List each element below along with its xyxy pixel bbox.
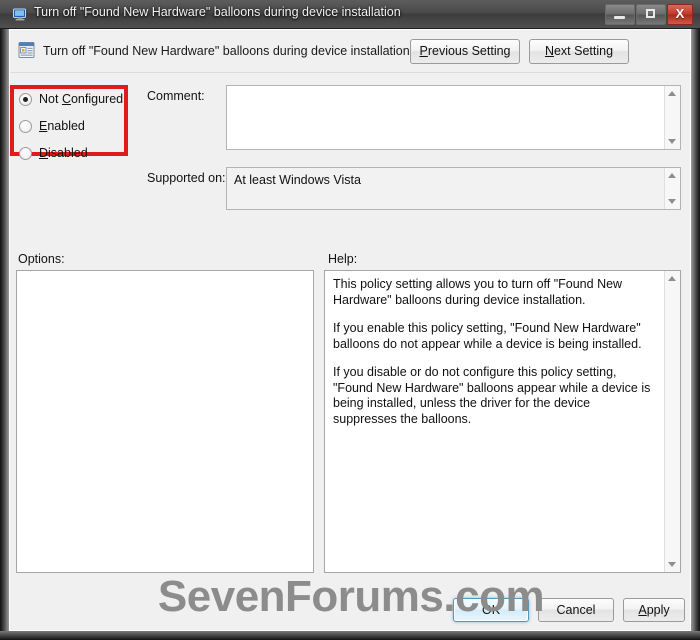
supported-on-label: Supported on:: [147, 171, 226, 185]
maximize-icon: [646, 9, 655, 18]
scroll-up-icon[interactable]: [668, 276, 676, 281]
help-paragraph: If you disable or do not configure this …: [333, 365, 651, 426]
previous-setting-button[interactable]: Previous Setting: [410, 39, 520, 64]
help-scrollbar[interactable]: [664, 271, 680, 572]
options-label: Options:: [18, 252, 65, 266]
scroll-up-icon[interactable]: [668, 173, 676, 178]
ok-button-label: OK: [481, 603, 501, 617]
window-frame-left: [0, 0, 9, 640]
help-paragraph: If you enable this policy setting, "Foun…: [333, 321, 642, 351]
help-paragraph: This policy setting allows you to turn o…: [333, 277, 623, 307]
maximize-button[interactable]: [636, 4, 666, 25]
apply-button-label: Apply: [638, 603, 670, 617]
cancel-button[interactable]: Cancel: [538, 598, 614, 622]
policy-header: Turn off "Found New Hardware" balloons d…: [10, 30, 690, 73]
cancel-button-label: Cancel: [556, 603, 596, 617]
window-frame-bottom: [0, 631, 700, 640]
help-text: This policy setting allows you to turn o…: [333, 277, 655, 427]
close-icon: X: [675, 6, 685, 21]
dialog-window: Turn off "Found New Hardware" balloons d…: [0, 0, 700, 640]
minimize-button[interactable]: [605, 4, 635, 25]
options-pane[interactable]: [16, 270, 314, 573]
dialog-client-area: Turn off "Found New Hardware" balloons d…: [9, 29, 691, 631]
previous-setting-label: Previous Setting: [419, 44, 511, 58]
radio-label-not-configured: Not Configured: [39, 92, 124, 106]
scroll-down-icon[interactable]: [668, 199, 676, 204]
next-setting-label: Next Setting: [544, 44, 614, 58]
radio-indicator-enabled: [19, 120, 32, 133]
help-label: Help:: [328, 252, 358, 266]
policy-document-icon: [18, 41, 36, 59]
comment-scrollbar[interactable]: [664, 86, 680, 149]
next-setting-button[interactable]: Next Setting: [529, 39, 629, 64]
scroll-down-icon[interactable]: [668, 139, 676, 144]
policy-title: Turn off "Found New Hardware" balloons d…: [43, 44, 410, 58]
supported-on-scrollbar[interactable]: [664, 168, 680, 209]
scroll-up-icon[interactable]: [668, 91, 676, 96]
help-pane[interactable]: This policy setting allows you to turn o…: [324, 270, 681, 573]
radio-label-disabled: Disabled: [39, 146, 88, 160]
supported-on-value: At least Windows Vista: [234, 173, 361, 187]
supported-on-field: At least Windows Vista: [226, 167, 681, 210]
monitor-icon: [12, 6, 28, 22]
minimize-icon: [614, 16, 625, 19]
radio-label-enabled: Enabled: [39, 119, 85, 133]
close-button[interactable]: X: [667, 4, 693, 25]
title-bar: Turn off "Found New Hardware" balloons d…: [0, 0, 700, 29]
comment-label: Comment:: [147, 89, 205, 103]
radio-indicator-disabled: [19, 147, 32, 160]
window-title: Turn off "Found New Hardware" balloons d…: [34, 5, 401, 19]
comment-input[interactable]: [226, 85, 681, 150]
window-frame-right: [691, 0, 700, 640]
ok-button[interactable]: OK: [453, 598, 529, 622]
radio-indicator-not-configured: [19, 93, 32, 106]
scroll-down-icon[interactable]: [668, 562, 676, 567]
apply-button[interactable]: Apply: [623, 598, 685, 622]
